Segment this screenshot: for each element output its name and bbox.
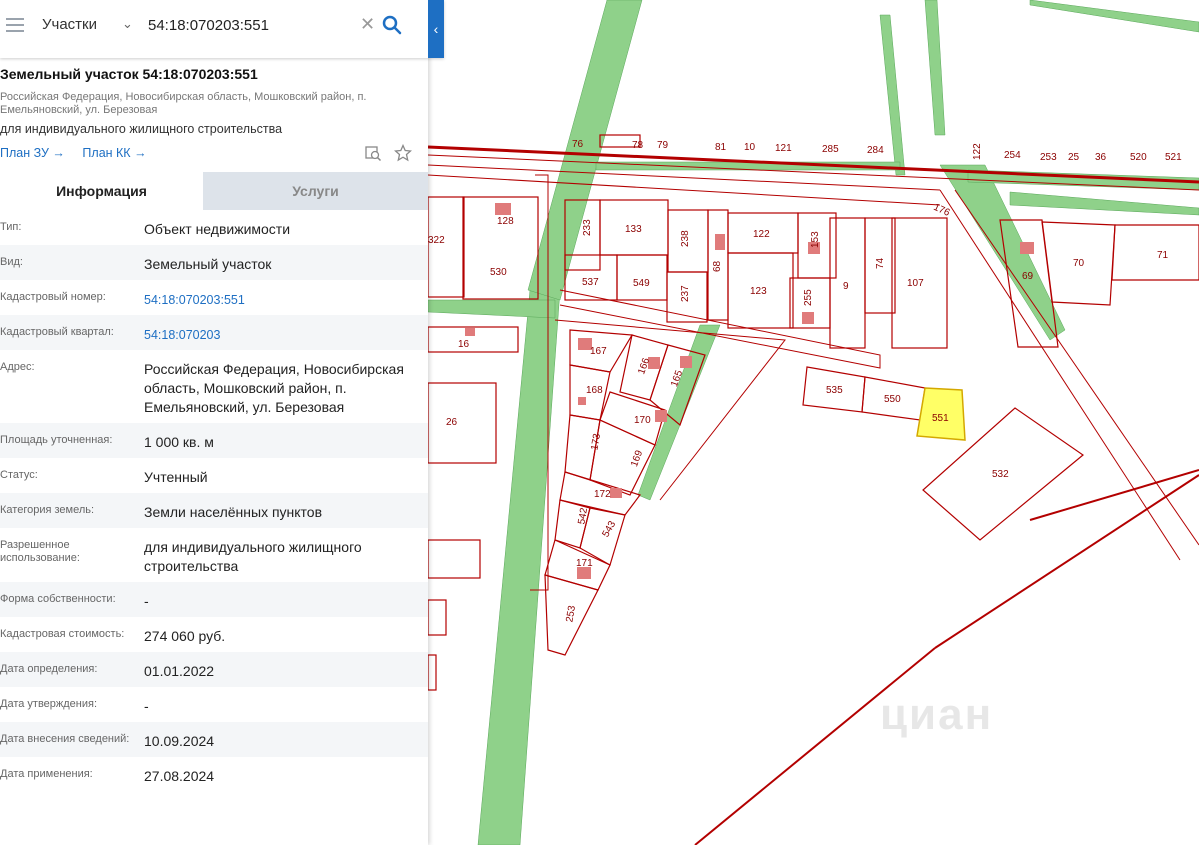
svg-text:121: 121 (775, 143, 792, 154)
svg-text:173: 173 (589, 432, 603, 451)
svg-text:537: 537 (582, 277, 599, 288)
table-row: Кадастровая стоимость: 274 060 руб. (0, 628, 226, 644)
svg-text:16: 16 (458, 339, 470, 350)
svg-text:123: 123 (750, 286, 767, 297)
plan-kk-link[interactable]: План КК → (82, 146, 146, 160)
svg-text:107: 107 (907, 278, 924, 289)
svg-text:168: 168 (586, 385, 603, 396)
close-icon[interactable]: ✕ (360, 14, 375, 35)
svg-text:549: 549 (633, 278, 650, 289)
svg-text:76: 76 (572, 139, 584, 150)
svg-text:532: 532 (992, 469, 1009, 480)
svg-text:238: 238 (680, 230, 691, 247)
svg-text:122: 122 (753, 229, 770, 240)
svg-text:551: 551 (932, 413, 949, 424)
svg-text:10: 10 (744, 142, 756, 153)
table-row: Площадь уточненная: 1 000 кв. м (0, 423, 428, 458)
svg-text:71: 71 (1157, 250, 1169, 261)
svg-text:285: 285 (822, 144, 839, 155)
svg-text:133: 133 (625, 224, 642, 235)
chevron-down-icon[interactable]: ⌄ (122, 16, 133, 32)
search-input[interactable] (148, 12, 358, 38)
info-panel: Участки ⌄ ✕ Земельный участок 54:18:0702… (0, 0, 444, 845)
svg-text:68: 68 (712, 260, 723, 272)
svg-text:172: 172 (594, 489, 611, 500)
svg-text:79: 79 (657, 140, 669, 151)
table-row: Дата утверждения: - (0, 698, 149, 714)
svg-text:322: 322 (428, 235, 445, 246)
cadastral-quarter-link[interactable]: 54:18:070203 (144, 326, 420, 345)
svg-text:128: 128 (497, 216, 514, 227)
search-icon[interactable] (381, 14, 403, 36)
table-row: Дата применения: 27.08.2024 (0, 768, 215, 784)
svg-text:255: 255 (803, 289, 814, 306)
svg-text:253: 253 (564, 604, 578, 623)
cadastral-number-link[interactable]: 54:18:070203:551 (144, 291, 420, 310)
search-bar: Участки ⌄ ✕ (0, 0, 444, 58)
layer-select[interactable]: Участки (42, 16, 97, 33)
menu-icon[interactable] (6, 18, 24, 32)
table-row: Дата определения: 01.01.2022 (0, 652, 428, 687)
svg-text:530: 530 (490, 267, 507, 278)
svg-text:237: 237 (680, 285, 691, 302)
svg-text:520: 520 (1130, 152, 1147, 163)
tab-services[interactable]: Услуги (203, 172, 428, 210)
object-purpose: для индивидуального жилищного строительс… (0, 122, 283, 136)
table-row: Форма собственности: - (0, 582, 428, 617)
tab-information[interactable]: Информация (0, 172, 203, 210)
table-row: Статус: Учтенный (0, 469, 208, 485)
svg-text:9: 9 (843, 281, 849, 292)
svg-text:170: 170 (634, 415, 651, 426)
svg-text:542: 542 (576, 507, 590, 526)
svg-text:153: 153 (810, 231, 821, 248)
svg-text:535: 535 (826, 385, 843, 396)
svg-text:167: 167 (590, 346, 607, 357)
svg-text:36: 36 (1095, 152, 1107, 163)
svg-text:122: 122 (972, 143, 983, 160)
svg-text:284: 284 (867, 145, 884, 156)
svg-text:81: 81 (715, 142, 727, 153)
object-title: Земельный участок 54:18:070203:551 (0, 66, 258, 82)
svg-text:171: 171 (576, 558, 593, 569)
table-row: Тип: Объект недвижимости (0, 221, 291, 237)
svg-text:254: 254 (1004, 150, 1021, 161)
svg-text:69: 69 (1022, 271, 1034, 282)
svg-text:169: 169 (629, 449, 645, 469)
svg-text:78: 78 (632, 140, 644, 151)
table-row: Разрешенное использование: для индивидуа… (0, 539, 362, 574)
star-icon[interactable] (394, 143, 413, 162)
plan-zu-link[interactable]: План ЗУ → (0, 146, 65, 160)
svg-text:25: 25 (1068, 152, 1080, 163)
table-row: Категория земель: Земли населённых пункт… (0, 493, 428, 528)
svg-text:176: 176 (932, 202, 952, 219)
table-row: Дата внесения сведений: 10.09.2024 (0, 722, 428, 757)
svg-text:70: 70 (1073, 258, 1085, 269)
table-row: Вид: Земельный участок (0, 245, 428, 280)
table-row: Кадастровый квартал: 54:18:070203 (0, 315, 428, 350)
svg-text:26: 26 (446, 417, 458, 428)
svg-text:550: 550 (884, 394, 901, 405)
svg-text:253: 253 (1040, 152, 1057, 163)
svg-text:543: 543 (600, 519, 618, 539)
table-row: Адрес: Российская Федерация, Новосибирск… (0, 361, 404, 415)
collapse-panel-button[interactable]: ‹ (428, 0, 444, 58)
watermark: циан (880, 690, 994, 739)
object-address: Российская Федерация, Новосибирская обла… (0, 91, 367, 116)
svg-text:74: 74 (875, 257, 886, 269)
svg-text:521: 521 (1165, 152, 1182, 163)
table-row: Кадастровый номер: 54:18:070203:551 (0, 280, 428, 315)
svg-text:233: 233 (582, 219, 593, 236)
zoom-to-icon[interactable] (364, 144, 382, 162)
info-table: Тип: Объект недвижимости Вид: Земельный … (0, 210, 428, 792)
